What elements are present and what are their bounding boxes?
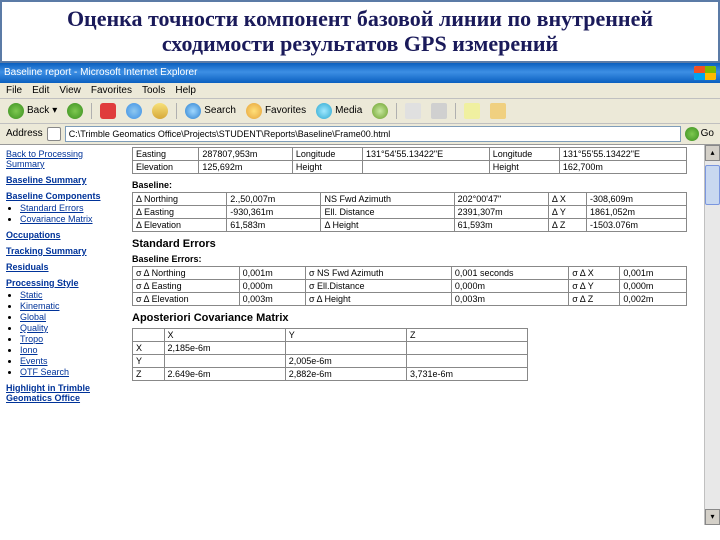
covariance-table: XYZ X2,185e-6m Y2,005e-6m Z2.649e-6m2,88… — [132, 328, 528, 381]
menu-favorites[interactable]: Favorites — [91, 85, 132, 96]
home-icon — [152, 103, 168, 119]
stop-icon — [100, 103, 116, 119]
home-button[interactable] — [150, 102, 170, 120]
refresh-button[interactable] — [124, 102, 144, 120]
link-otf-search[interactable]: OTF Search — [20, 367, 124, 377]
print-button[interactable] — [429, 102, 449, 120]
baseline-label: Baseline: — [132, 180, 698, 190]
menubar: File Edit View Favorites Tools Help — [0, 83, 720, 99]
link-back-processing[interactable]: Back to Processing Summary — [6, 149, 124, 169]
edit-icon — [464, 103, 480, 119]
refresh-icon — [126, 103, 142, 119]
slide-title: Оценка точности компонент базовой линии … — [0, 0, 720, 63]
scroll-thumb[interactable] — [705, 165, 720, 205]
edit-button[interactable] — [462, 102, 482, 120]
menu-file[interactable]: File — [6, 85, 22, 96]
windows-logo-icon — [694, 66, 716, 80]
address-label: Address — [6, 128, 43, 139]
back-icon — [8, 103, 24, 119]
link-baseline-summary[interactable]: Baseline Summary — [6, 175, 124, 185]
mail-icon — [405, 103, 421, 119]
search-button[interactable]: Search — [183, 102, 238, 120]
go-icon — [685, 127, 699, 141]
window-titlebar: Baseline report - Microsoft Internet Exp… — [0, 63, 720, 83]
back-button[interactable]: Back ▾ — [6, 102, 59, 120]
link-static[interactable]: Static — [20, 290, 124, 300]
history-icon — [372, 103, 388, 119]
menu-view[interactable]: View — [59, 85, 81, 96]
link-baseline-components[interactable]: Baseline Components — [6, 191, 124, 201]
link-standard-errors[interactable]: Standard Errors — [20, 203, 124, 213]
standard-errors-heading: Standard Errors — [132, 238, 698, 250]
star-icon — [246, 103, 262, 119]
covariance-heading: Aposteriori Covariance Matrix — [132, 312, 698, 324]
forward-icon — [67, 103, 83, 119]
scroll-up-icon[interactable]: ▴ — [705, 145, 720, 161]
address-bar: Address Go — [0, 124, 720, 145]
menu-help[interactable]: Help — [175, 85, 196, 96]
link-events[interactable]: Events — [20, 356, 124, 366]
coords-table: Easting287807,953m Longitude131°54'55.13… — [132, 147, 687, 174]
mail-button[interactable] — [403, 102, 423, 120]
print-icon — [431, 103, 447, 119]
menu-edit[interactable]: Edit — [32, 85, 49, 96]
link-tropo[interactable]: Tropo — [20, 334, 124, 344]
go-button[interactable]: Go — [685, 127, 714, 141]
page-icon — [47, 127, 61, 141]
link-processing-style[interactable]: Processing Style — [6, 278, 124, 288]
history-button[interactable] — [370, 102, 390, 120]
link-highlight-tgo[interactable]: Highlight in Trimble Geomatics Office — [6, 383, 124, 403]
address-input[interactable] — [65, 126, 681, 142]
menu-tools[interactable]: Tools — [142, 85, 165, 96]
link-residuals[interactable]: Residuals — [6, 262, 124, 272]
toolbar: Back ▾ Search Favorites Media — [0, 99, 720, 124]
favorites-button[interactable]: Favorites — [244, 102, 308, 120]
baseline-table: Δ Northing2.,50,007m NS Fwd Azimuth202°0… — [132, 192, 687, 232]
scroll-down-icon[interactable]: ▾ — [705, 509, 720, 525]
window-title: Baseline report - Microsoft Internet Exp… — [4, 67, 197, 78]
sidebar: Back to Processing Summary Baseline Summ… — [0, 145, 130, 525]
link-covariance-matrix[interactable]: Covariance Matrix — [20, 214, 124, 224]
discuss-icon — [490, 103, 506, 119]
vertical-scrollbar[interactable]: ▴ ▾ — [704, 145, 720, 525]
link-tracking-summary[interactable]: Tracking Summary — [6, 246, 124, 256]
forward-button[interactable] — [65, 102, 85, 120]
link-global[interactable]: Global — [20, 312, 124, 322]
discuss-button[interactable] — [488, 102, 508, 120]
link-kinematic[interactable]: Kinematic — [20, 301, 124, 311]
link-occupations[interactable]: Occupations — [6, 230, 124, 240]
link-iono[interactable]: Iono — [20, 345, 124, 355]
stop-button[interactable] — [98, 102, 118, 120]
baseline-errors-label: Baseline Errors: — [132, 254, 698, 264]
main-content: Easting287807,953m Longitude131°54'55.13… — [130, 145, 704, 525]
media-button[interactable]: Media — [314, 102, 364, 120]
search-icon — [185, 103, 201, 119]
standard-errors-table: σ Δ Northing0,001m σ NS Fwd Azimuth0,001… — [132, 266, 687, 306]
media-icon — [316, 103, 332, 119]
link-quality[interactable]: Quality — [20, 323, 124, 333]
